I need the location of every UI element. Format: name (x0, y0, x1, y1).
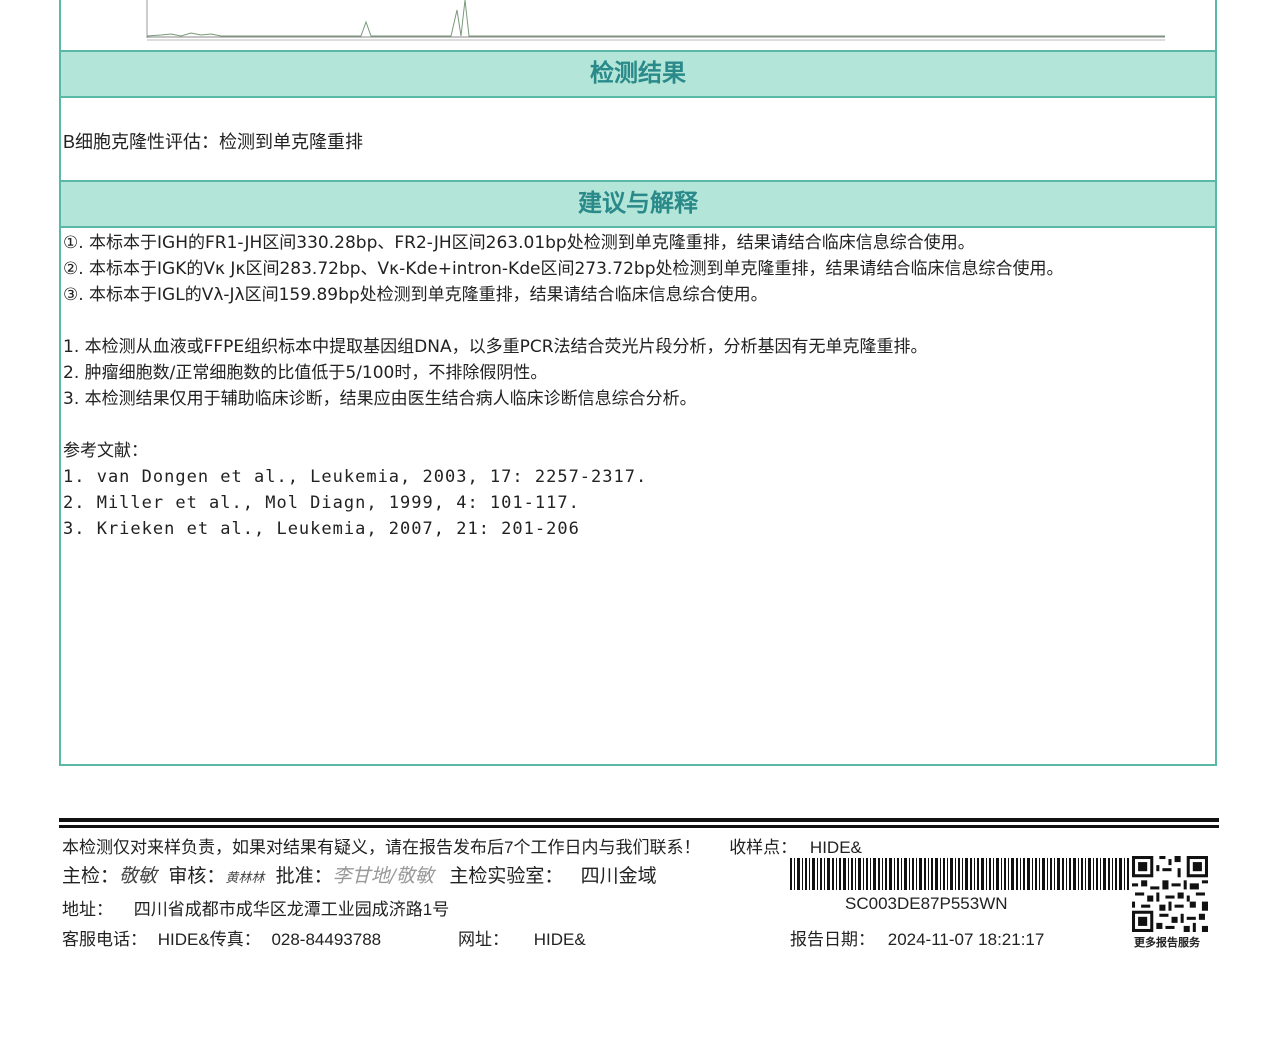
website-label: 网址： (458, 930, 509, 949)
inspector-signature: 敬敏 (119, 865, 158, 887)
finding-item: ③. 本标本于IGL的Vλ-Jλ区间159.89bp处检测到单克隆重排，结果请结… (63, 285, 768, 305)
reference-item: 1. van Dongen et al., Leukemia, 2003, 17… (63, 467, 648, 487)
collection-value: HIDE& (809, 838, 862, 857)
contact-line: 客服电话： HIDE&传真： 028-84493788 (62, 925, 381, 950)
references-title: 参考文献： (63, 441, 148, 461)
lab-label: 主检实验室： (449, 866, 564, 887)
inspector-label: 主检： (62, 866, 120, 887)
report-date-line: 报告日期： 2024-11-07 18:21:17 (790, 925, 1044, 950)
advice-section-header: 建议与解释 (61, 180, 1215, 228)
result-section-header: 检测结果 (61, 50, 1215, 98)
note-item: 2. 肿瘤细胞数/正常细胞数的比值低于5/100时，不排除假阴性。 (63, 363, 548, 383)
address-label: 地址： (62, 900, 113, 919)
address-value: 四川省成都市成华区龙潭工业园成济路1号 (133, 900, 450, 919)
disclaimer-line: 本检测仅对来样负责，如果对结果有疑义，请在报告发布后7个工作日内与我们联系！ 收… (62, 833, 862, 858)
phone-value: HIDE& (157, 930, 210, 949)
barcode-text: SC003DE87P553WN (845, 894, 1008, 913)
address-line: 地址： 四川省成都市成华区龙潭工业园成济路1号 (62, 895, 449, 920)
finding-item: ①. 本标本于IGH的FR1-JH区间330.28bp、FR2-JH区间263.… (63, 233, 975, 253)
result-line: B细胞克隆性评估：检测到单克隆重排 (63, 128, 363, 154)
fax-value: 028-84493788 (271, 930, 382, 949)
result-section-title: 检测结果 (590, 60, 686, 87)
approver-label: 批准： (275, 866, 333, 887)
result-value: 检测到单克隆重排 (219, 132, 364, 152)
footer-divider (59, 818, 1219, 828)
advice-section-title: 建议与解释 (578, 190, 698, 217)
lab-value: 四川金域 (580, 866, 657, 887)
approver-signature: 李甘地/敬敏 (332, 865, 435, 887)
reviewer-label: 审核： (168, 866, 226, 887)
report-frame: 检测结果 B细胞克隆性评估：检测到单克隆重排 建议与解释 ①. 本标本于IGH的… (59, 0, 1217, 766)
website-line: 网址： HIDE& (458, 925, 586, 950)
note-item: 3. 本检测结果仅用于辅助临床诊断，结果应由医生结合病人临床诊断信息综合分析。 (63, 389, 697, 409)
collection-label: 收样点： (729, 838, 798, 857)
electropherogram-strip (61, 0, 1215, 50)
report-date-label: 报告日期： (790, 930, 875, 949)
disclaimer-text: 本检测仅对来样负责，如果对结果有疑义，请在报告发布后7个工作日内与我们联系！ (62, 838, 701, 857)
signatures-line: 主检：敬敏 审核：黄林林 批准：李甘地/敬敏 主检实验室： 四川金域 (62, 861, 657, 888)
qr-code-icon[interactable] (1132, 856, 1208, 932)
note-item: 1. 本检测从血液或FFPE组织标本中提取基因组DNA，以多重PCR法结合荧光片… (63, 337, 928, 357)
advice-body: ①. 本标本于IGH的FR1-JH区间330.28bp、FR2-JH区间263.… (63, 230, 1205, 542)
report-barcode (790, 858, 1129, 890)
fax-label: 传真： (209, 930, 261, 949)
qr-caption: 更多报告服务 (1134, 937, 1200, 949)
reviewer-signature: 黄林林 (225, 871, 265, 886)
website-value: HIDE& (533, 930, 586, 949)
result-label: B细胞克隆性评估： (63, 132, 220, 152)
finding-item: ②. 本标本于IGK的Vκ Jκ区间283.72bp、Vκ-Kde+intron… (63, 259, 1064, 279)
phone-label: 客服电话： (62, 930, 147, 949)
reference-item: 2. Miller et al., Mol Diagn, 1999, 4: 10… (63, 493, 580, 513)
reference-item: 3. Krieken et al., Leukemia, 2007, 21: 2… (63, 519, 580, 539)
report-date-value: 2024-11-07 18:21:17 (887, 930, 1045, 949)
